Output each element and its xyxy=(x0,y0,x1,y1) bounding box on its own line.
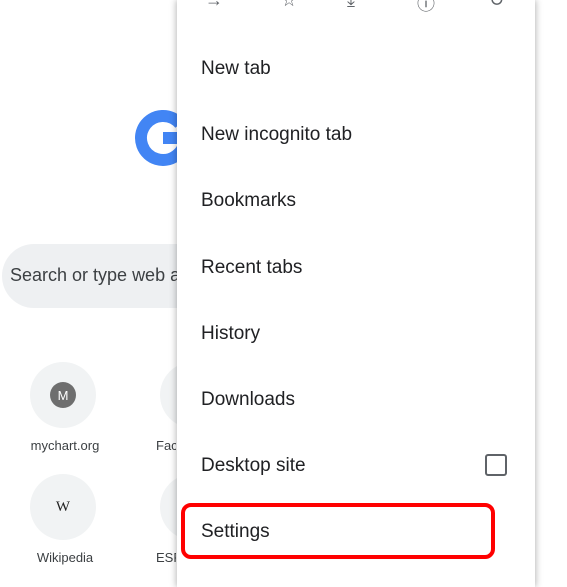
menu-item-settings[interactable]: Settings xyxy=(177,499,535,565)
tile-label: Wikipedia xyxy=(36,550,94,565)
refresh-icon[interactable]: ↻ xyxy=(489,0,504,11)
menu-item-label: Recent tabs xyxy=(201,257,303,278)
menu-item-label: New incognito tab xyxy=(201,124,353,145)
forward-icon[interactable]: → xyxy=(205,0,223,11)
menu-item-downloads[interactable]: Downloads xyxy=(177,367,535,433)
download-icon[interactable]: ⤓ xyxy=(347,0,355,11)
tile-label: Facebook xyxy=(156,438,176,453)
shortcut-tile-mychart[interactable]: M mychart.org xyxy=(0,362,110,462)
overflow-menu: → ☆ ⤓ ⓘ ↻ New tab New incognito tab Book… xyxy=(177,0,535,587)
menu-item-label: Desktop site xyxy=(201,455,306,476)
menu-item-new-tab[interactable]: New tab xyxy=(177,36,535,102)
menu-item-label: History xyxy=(201,323,261,344)
menu-item-bookmarks[interactable]: Bookmarks xyxy=(177,168,535,234)
info-icon[interactable]: ⓘ xyxy=(417,0,435,14)
menu-item-desktop-site[interactable]: Desktop site xyxy=(177,433,535,499)
browser-screen: Search or type web address M mychart.org… xyxy=(0,0,567,587)
menu-item-label: Downloads xyxy=(201,389,295,410)
menu-item-history[interactable]: History xyxy=(177,301,535,367)
tile-label: mychart.org xyxy=(30,438,100,453)
menu-item-recent-tabs[interactable]: Recent tabs xyxy=(177,235,535,301)
shortcut-tile-wikipedia[interactable]: W Wikipedia xyxy=(0,474,110,574)
menu-item-label: Bookmarks xyxy=(201,190,297,211)
menu-item-new-incognito-tab[interactable]: New incognito tab xyxy=(177,102,535,168)
wikipedia-icon: W xyxy=(55,498,71,515)
desktop-site-checkbox[interactable] xyxy=(485,454,507,476)
menu-item-label: Settings xyxy=(201,521,270,542)
bookmark-star-icon[interactable]: ☆ xyxy=(281,0,297,11)
menu-top-icons-row: → ☆ ⤓ ⓘ ↻ xyxy=(177,0,535,14)
tile-icon-circle: M xyxy=(30,362,96,428)
mychart-icon: M xyxy=(50,382,76,408)
menu-item-label: New tab xyxy=(201,58,271,79)
tile-icon-circle: W xyxy=(30,474,96,540)
tile-label: ESPN xyxy=(156,550,176,565)
